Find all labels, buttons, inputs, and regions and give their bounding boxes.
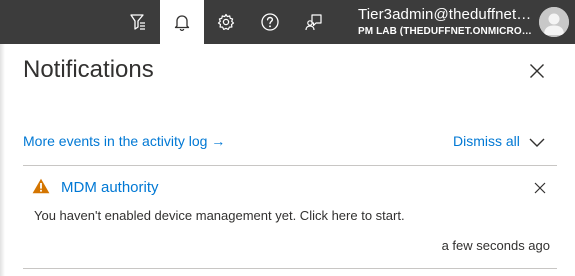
notification-item[interactable]: MDM authority You haven't enabled device…: [23, 166, 557, 268]
close-panel-button[interactable]: [527, 61, 547, 81]
panel-edge-shadow: [0, 44, 5, 276]
bell-icon: [174, 15, 190, 32]
dismiss-notification-icon[interactable]: [533, 181, 547, 195]
account-user-name: Tier3admin@theduffnet…: [358, 6, 532, 23]
warning-icon: [32, 178, 50, 194]
user-avatar-icon: [539, 7, 569, 37]
close-icon: [530, 64, 544, 78]
notification-message[interactable]: You haven't enabled device management ye…: [34, 208, 405, 223]
notification-title[interactable]: MDM authority: [61, 179, 159, 196]
account-directory: PM LAB (THEDUFFNET.ONMICRO…: [358, 26, 532, 37]
avatar[interactable]: [539, 7, 569, 37]
activity-log-link[interactable]: More events in the activity log →: [23, 133, 225, 149]
gear-icon: [217, 13, 235, 30]
feedback-button[interactable]: [292, 0, 336, 44]
chevron-down-icon[interactable]: [528, 135, 546, 149]
panel-title: Notifications: [23, 56, 154, 83]
directory-filter-icon: [130, 14, 145, 30]
account-switcher[interactable]: Tier3admin@theduffnet… PM LAB (THEDUFFNE…: [352, 0, 534, 44]
feedback-icon: [305, 14, 322, 31]
notification-timestamp: a few seconds ago: [441, 238, 550, 253]
notifications-button[interactable]: [160, 0, 204, 44]
top-bar: Tier3admin@theduffnet… PM LAB (THEDUFFNE…: [0, 0, 575, 44]
help-icon: [261, 13, 279, 31]
settings-button[interactable]: [204, 0, 248, 44]
directory-filter-button[interactable]: [116, 0, 160, 44]
divider: [23, 268, 557, 269]
dismiss-all-button[interactable]: Dismiss all: [453, 133, 520, 149]
help-button[interactable]: [248, 0, 292, 44]
